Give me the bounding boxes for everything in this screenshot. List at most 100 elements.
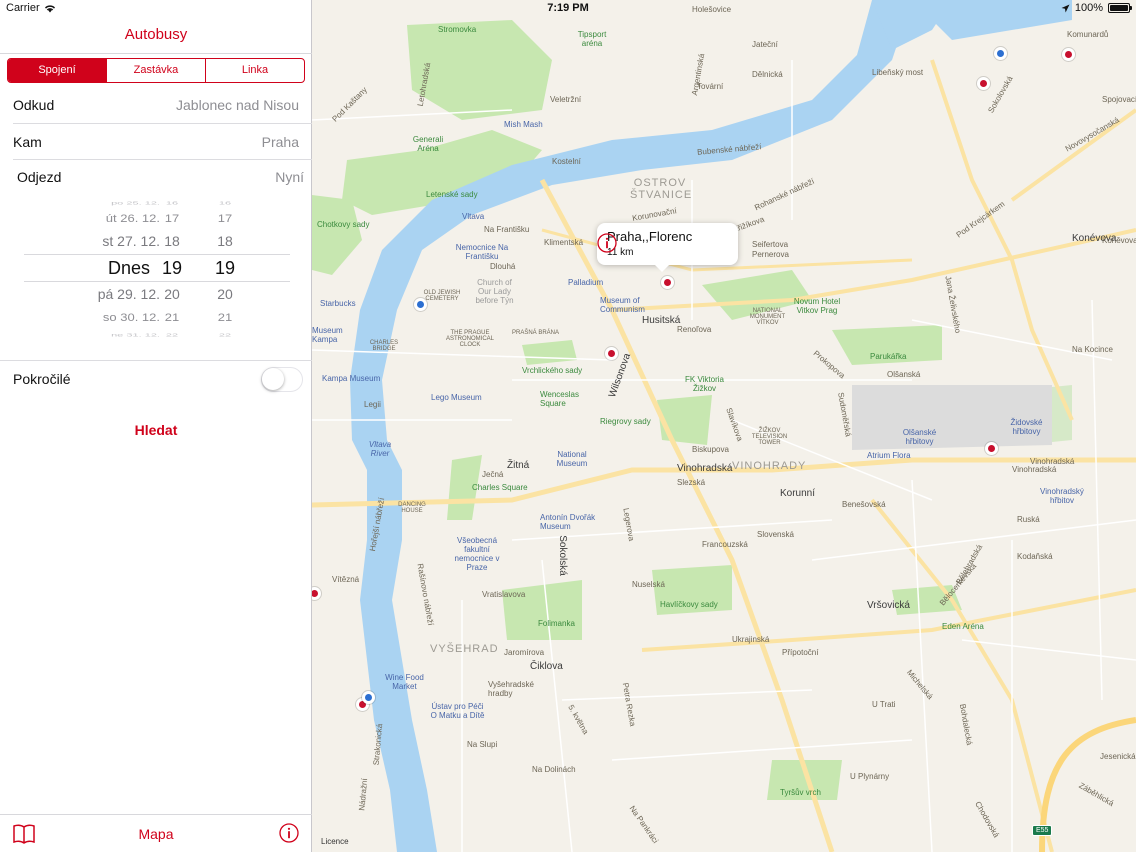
map-label: Riegrovy sady — [600, 417, 651, 426]
picker-minute: 20 — [217, 286, 233, 302]
map-label: Seifertova — [752, 240, 789, 249]
picker-row[interactable]: st 27. 12. 18 18 — [0, 233, 312, 257]
map-label: Vltava — [462, 212, 485, 221]
stop-callout[interactable]: Praha,,Florenc 11 km — [597, 223, 738, 272]
departure-value[interactable]: Nyní — [275, 169, 304, 185]
segmented-control: Spojení Zastávka Linka — [7, 58, 305, 83]
map-label: Charles Square — [472, 483, 528, 492]
map-label: Benešovská — [842, 500, 886, 509]
map-label: Kodaňská — [1017, 552, 1053, 561]
picker-row[interactable]: po 25. 12. 16 16 — [0, 201, 312, 212]
map-label: FK Viktoria Žižkov — [685, 375, 724, 393]
bus-stop-pin[interactable] — [977, 77, 990, 90]
map-label: Nemocnice Na Františku — [455, 243, 509, 261]
map-label: Museum of Communism — [600, 296, 645, 314]
map-label: Atrium Flora — [867, 451, 911, 460]
map-label: Mish Mash — [504, 120, 543, 129]
map-label: THE PRAGUE ASTRONOMICAL CLOCK — [445, 330, 494, 348]
map-label: Renoľova — [677, 325, 712, 334]
road-shield: E55 — [1032, 825, 1053, 836]
map-label: Přípotoční — [782, 648, 819, 657]
map-label: CHARLES BRIDGE — [369, 340, 399, 352]
map-label: Letenské sady — [426, 190, 478, 199]
map-label: Tipsport aréna — [577, 30, 607, 48]
map-label: Vinohradský hřbitov — [1040, 487, 1084, 505]
map-label: Jateční — [752, 40, 778, 49]
map-label: Novum Hotel Vitkov Prag — [793, 297, 841, 315]
picker-hour: 18 — [164, 233, 180, 249]
nav-divider — [0, 53, 312, 54]
advanced-toggle[interactable] — [261, 367, 303, 392]
bus-stop-pin[interactable] — [994, 47, 1007, 60]
picker-minute: 16 — [218, 200, 232, 206]
bus-stop-pin[interactable] — [605, 347, 618, 360]
map-label: Francouzská — [702, 540, 748, 549]
picker-minute: 22 — [218, 332, 232, 338]
map-label: Wenceslas Square — [540, 390, 579, 408]
tab-bar: Mapa — [0, 814, 312, 852]
picker-row[interactable]: út 26. 12. 17 17 — [0, 212, 312, 232]
picker-day: Dnes — [107, 258, 150, 278]
map-label: Žitná — [507, 460, 530, 471]
picker-row[interactable]: ne 31. 12. 22 22 — [0, 333, 312, 342]
legal-link[interactable]: Licence — [321, 837, 349, 846]
battery-percent: 100% — [1074, 2, 1103, 14]
map-label: Čiklova — [530, 661, 563, 672]
map-label: Palladium — [568, 278, 604, 287]
toggle-knob — [262, 368, 284, 390]
picker-hour: 22 — [165, 332, 179, 338]
departure-row[interactable]: Odjezd Nyní — [0, 159, 312, 195]
map-label: Legii — [364, 400, 381, 409]
segment-spojeni[interactable]: Spojení — [8, 59, 106, 82]
bus-stop-pin[interactable] — [414, 298, 427, 311]
map-label: Kampa Museum — [322, 374, 381, 383]
map-label: Dlouhá — [490, 262, 516, 271]
picker-day: po 25. 12. — [111, 200, 160, 206]
battery-icon — [1108, 3, 1132, 13]
picker-day: ne 31. 12. — [111, 332, 160, 338]
map-label: Vinohradská — [677, 463, 733, 474]
map-label: Korunní — [780, 488, 816, 499]
picker-day: so 30. 12. — [102, 310, 160, 324]
map-label: VINOHRADY — [732, 460, 807, 472]
picker-day: út 26. 12. — [105, 211, 160, 225]
map-label: Klimentská — [544, 238, 584, 247]
map-label: Eden Aréna — [942, 622, 984, 631]
from-row[interactable]: Odkud Jablonec nad Nisou — [0, 87, 312, 123]
bus-stop-pin[interactable] — [1062, 48, 1075, 61]
to-value[interactable]: Praha — [262, 134, 299, 150]
bus-stop-pin[interactable] — [362, 691, 375, 704]
map-label: Museum Kampa — [312, 326, 343, 344]
segment-zastavka[interactable]: Zastávka — [106, 59, 205, 82]
info-icon[interactable] — [597, 233, 617, 253]
map-label: Olšanské hřbitovy — [902, 428, 937, 446]
picker-hour: 20 — [164, 286, 180, 302]
sidebar: Autobusy Spojení Zastávka Linka Odkud Ja… — [0, 0, 312, 852]
picker-minute: 21 — [217, 310, 233, 324]
map-label: Ruská — [1017, 515, 1040, 524]
picker-hour: 19 — [161, 258, 183, 278]
segment-linka[interactable]: Linka — [205, 59, 304, 82]
map-label: Koněvova — [1102, 236, 1136, 245]
map-label: Na Kocince — [1072, 345, 1113, 354]
picker-hour: 17 — [164, 211, 180, 225]
bus-stop-pin[interactable] — [985, 442, 998, 455]
map-label: Všeobecná fakultní nemocnice v Praze — [454, 536, 500, 572]
search-button[interactable]: Hledat — [0, 422, 312, 438]
picker-row[interactable]: so 30. 12. 21 21 — [0, 311, 312, 331]
picker-row-selected[interactable]: Dnes 19 19 — [0, 258, 312, 282]
picker-row[interactable]: pá 29. 12. 20 20 — [0, 286, 312, 310]
bus-stop-pin[interactable] — [661, 276, 674, 289]
date-time-picker[interactable]: po 25. 12. 16 16 út 26. 12. 17 17 st 27.… — [0, 192, 312, 342]
map-label: Antonín Dvořák Museum — [540, 513, 596, 531]
map-view[interactable]: Stromovka Tipsport aréna Generali Aréna … — [312, 0, 1136, 852]
from-value[interactable]: Jablonec nad Nisou — [176, 97, 299, 113]
map-label: Na Slupi — [467, 740, 498, 749]
tab-map[interactable]: Mapa — [0, 826, 312, 842]
to-row[interactable]: Kam Praha — [0, 124, 312, 160]
picker-hour: 16 — [165, 200, 179, 206]
info-icon[interactable] — [279, 823, 299, 843]
picker-day: st 27. 12. — [102, 233, 160, 249]
map-label: Chotkovy sady — [317, 220, 370, 229]
map-label: Stromovka — [438, 25, 477, 34]
